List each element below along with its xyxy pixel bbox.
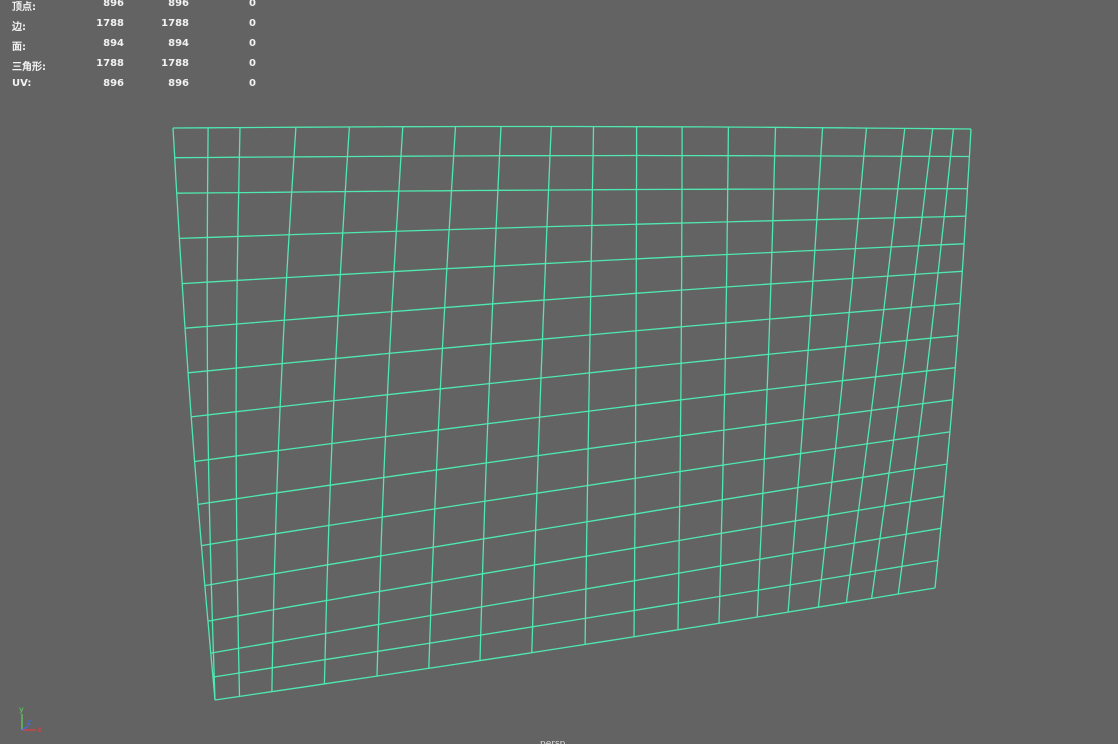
hud-row-vertices: 顶点: 896 896 0 (0, 0, 270, 14)
mesh-edge-horizontal[interactable] (201, 431, 950, 547)
hud-label: 面: (12, 42, 26, 53)
hud-value: 896 (168, 78, 189, 89)
hud-value: 896 (103, 0, 124, 9)
hud-value: 0 (249, 18, 256, 29)
mesh-edge-vertical[interactable] (633, 126, 638, 637)
hud-value: 1788 (96, 58, 124, 69)
hud-value: 0 (249, 0, 256, 9)
hud-row-triangles: 三角形: 1788 1788 0 (0, 58, 270, 74)
hud-row-faces: 面: 894 894 0 (0, 38, 270, 54)
3d-viewport[interactable]: 顶点: 896 896 0 边: 1788 1788 0 面: 894 894 … (0, 0, 1118, 744)
poly-count-hud: 顶点: 896 896 0 边: 1788 1788 0 面: 894 894 … (0, 0, 270, 100)
axis-x-label: x (37, 725, 42, 734)
camera-label: persp (540, 739, 566, 744)
mesh-edge-vertical[interactable] (677, 126, 683, 630)
axis-gizmo-icon: y x z (19, 705, 42, 734)
mesh-edge-horizontal[interactable] (182, 243, 965, 285)
axis-z-label: z (27, 718, 31, 727)
mesh-edge-vertical[interactable] (172, 127, 216, 701)
mesh-edge-vertical[interactable] (870, 128, 934, 599)
wireframe-mesh[interactable] (0, 0, 1118, 744)
hud-value: 0 (249, 58, 256, 69)
hud-value: 896 (168, 0, 189, 9)
mesh-edge-vertical[interactable] (845, 128, 906, 603)
mesh-edge-vertical[interactable] (787, 127, 824, 613)
hud-label: 顶点: (12, 2, 36, 13)
mesh-edge-horizontal[interactable] (179, 215, 966, 240)
mesh-edge-horizontal[interactable] (214, 587, 936, 701)
mesh-edge-vertical[interactable] (376, 126, 404, 677)
hud-value: 894 (168, 38, 189, 49)
hud-row-edges: 边: 1788 1788 0 (0, 18, 270, 34)
mesh-edge-horizontal[interactable] (207, 495, 945, 622)
hud-value: 1788 (96, 18, 124, 29)
mesh-edge-horizontal[interactable] (172, 125, 972, 130)
mesh-edge-vertical[interactable] (817, 128, 868, 608)
hud-value: 894 (103, 38, 124, 49)
axis-y-label: y (19, 705, 24, 714)
mesh-grid[interactable] (172, 125, 972, 701)
mesh-edge-vertical[interactable] (584, 126, 595, 645)
mesh-edge-vertical[interactable] (718, 127, 730, 624)
hud-value: 896 (103, 78, 124, 89)
hud-label: 三角形: (12, 62, 46, 73)
hud-label: 边: (12, 22, 26, 33)
mesh-edge-horizontal[interactable] (204, 463, 948, 587)
mesh-edge-horizontal[interactable] (176, 188, 968, 194)
hud-value: 0 (249, 78, 256, 89)
mesh-edge-vertical[interactable] (428, 126, 457, 669)
mesh-edge-vertical[interactable] (934, 128, 972, 589)
mesh-edge-vertical[interactable] (897, 128, 955, 595)
hud-value: 1788 (161, 58, 189, 69)
mesh-edge-horizontal[interactable] (184, 270, 963, 329)
mesh-edge-vertical[interactable] (479, 126, 502, 661)
hud-label: UV: (12, 78, 32, 89)
mesh-edge-vertical[interactable] (756, 127, 777, 618)
hud-row-uvs: UV: 896 896 0 (0, 78, 270, 94)
mesh-edge-vertical[interactable] (531, 126, 552, 653)
mesh-edge-horizontal[interactable] (212, 559, 938, 678)
hud-value: 1788 (161, 18, 189, 29)
mesh-edge-horizontal[interactable] (210, 527, 942, 654)
hud-value: 0 (249, 38, 256, 49)
